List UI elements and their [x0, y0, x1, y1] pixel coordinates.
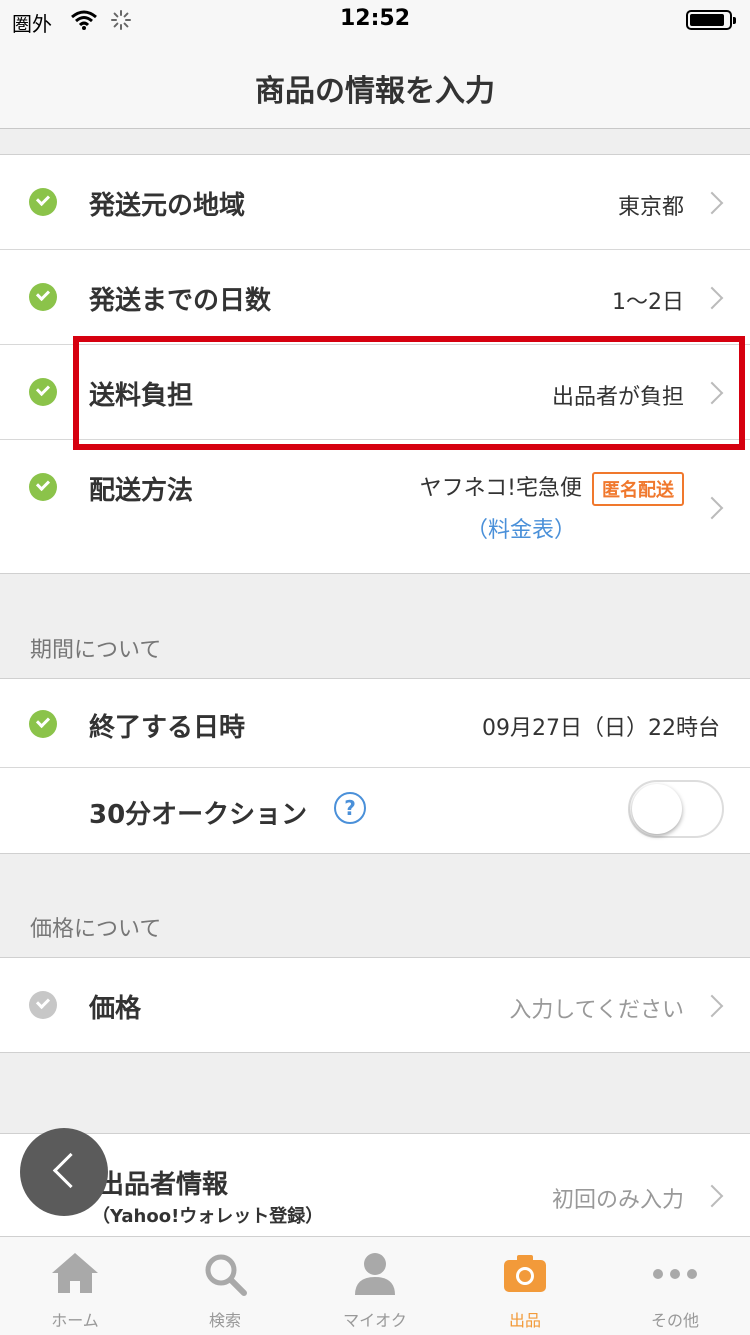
- row-sublabel: （Yahoo!ウォレット登録）: [92, 1206, 324, 1227]
- tab-home[interactable]: ホーム: [0, 1237, 150, 1335]
- shipping-method-value: ヤフネコ!宅急便 匿名配送: [420, 470, 684, 506]
- chevron-right-icon: [700, 191, 724, 215]
- chevron-right-icon: [700, 286, 724, 310]
- tab-bar: ホーム 検索 マイオク 出品 その他: [0, 1236, 750, 1335]
- row-value: 東京都: [617, 195, 684, 220]
- row-label: 価格: [89, 994, 142, 1024]
- tab-my-auction[interactable]: マイオク: [300, 1237, 450, 1335]
- back-button[interactable]: [20, 1128, 108, 1216]
- chevron-right-icon: [700, 1184, 724, 1208]
- status-bar: 圏外 12:52: [0, 0, 750, 42]
- price-placeholder: 入力してください: [509, 998, 684, 1023]
- row-label: 30分オークション: [89, 800, 308, 830]
- row-30min-auction: 30分オークション ?: [0, 768, 750, 853]
- toggle-knob: [632, 784, 682, 834]
- check-icon: [29, 188, 57, 216]
- check-icon: [29, 473, 57, 501]
- tab-label: ホーム: [51, 1311, 99, 1330]
- page-title: 商品の情報を入力: [255, 74, 495, 109]
- clock: 12:52: [339, 6, 411, 31]
- row-days-to-ship[interactable]: 発送までの日数 1〜2日: [0, 250, 750, 345]
- tab-label: 検索: [208, 1311, 241, 1330]
- 30min-auction-toggle[interactable]: [628, 780, 724, 838]
- row-label: 発送元の地域: [89, 191, 246, 221]
- tab-label: マイオク: [343, 1311, 407, 1330]
- section-title-period: 期間について: [30, 638, 162, 663]
- tab-more[interactable]: その他: [600, 1237, 750, 1335]
- tab-search[interactable]: 検索: [150, 1237, 300, 1335]
- price-section: 価格 入力してください: [0, 957, 750, 1053]
- check-icon: [29, 283, 57, 311]
- row-value: ヤフネコ!宅急便: [419, 476, 582, 501]
- row-shipping-method[interactable]: 配送方法 ヤフネコ!宅急便 匿名配送 （料金表）: [0, 440, 750, 573]
- row-label: 出品者情報: [98, 1170, 229, 1200]
- navigation-bar: 商品の情報を入力: [0, 42, 750, 129]
- section-title-price: 価格について: [30, 917, 162, 942]
- help-icon[interactable]: ?: [334, 792, 366, 824]
- search-icon: [205, 1254, 247, 1296]
- row-price[interactable]: 価格 入力してください: [0, 958, 750, 1052]
- row-value: 09月27日（日）22時台: [482, 716, 720, 741]
- chevron-right-icon: [700, 496, 724, 520]
- person-icon: [355, 1253, 395, 1295]
- highlight-box: [73, 336, 745, 450]
- camera-icon: [504, 1255, 546, 1292]
- fee-table-link[interactable]: （料金表）: [466, 512, 576, 544]
- row-value: 初回のみ入力: [551, 1188, 684, 1213]
- check-icon: [29, 710, 57, 738]
- row-end-datetime[interactable]: 終了する日時 09月27日（日）22時台: [0, 679, 750, 768]
- tab-label: その他: [650, 1311, 699, 1330]
- battery-icon: [686, 10, 736, 30]
- row-label: 終了する日時: [89, 713, 246, 743]
- home-icon: [52, 1253, 98, 1293]
- row-value: 1〜2日: [612, 290, 684, 315]
- more-icon: [653, 1269, 697, 1279]
- tab-label: 出品: [508, 1311, 541, 1330]
- anonymous-shipping-badge: 匿名配送: [592, 472, 684, 506]
- row-ship-from-region[interactable]: 発送元の地域 東京都: [0, 155, 750, 250]
- chevron-right-icon: [700, 994, 724, 1018]
- tab-sell[interactable]: 出品: [450, 1237, 600, 1335]
- seller-section: 出品者情報 （Yahoo!ウォレット登録） 初回のみ入力: [0, 1133, 750, 1245]
- check-icon: [29, 378, 57, 406]
- check-icon: [29, 991, 57, 1019]
- row-label: 発送までの日数: [89, 286, 272, 316]
- row-seller-info[interactable]: 出品者情報 （Yahoo!ウォレット登録） 初回のみ入力: [0, 1134, 750, 1244]
- row-label: 配送方法: [89, 476, 194, 506]
- period-section: 終了する日時 09月27日（日）22時台 30分オークション ?: [0, 678, 750, 854]
